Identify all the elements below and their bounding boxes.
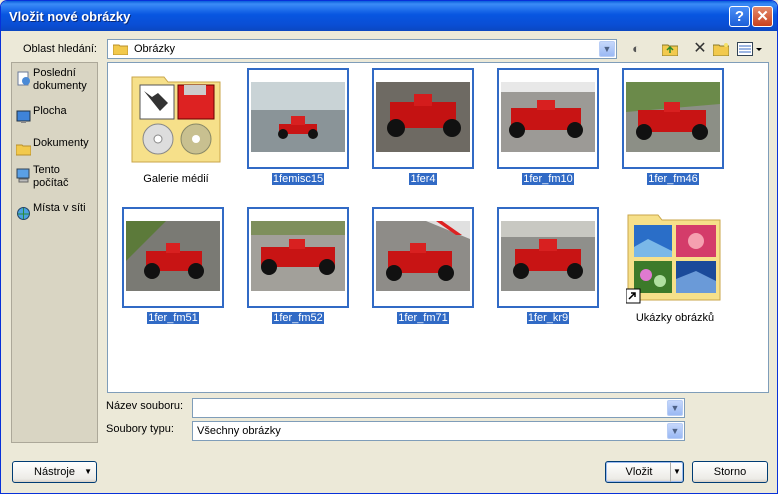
- tools-label: Nástroje: [34, 466, 75, 478]
- file-name: 1fer_fm10: [522, 173, 574, 185]
- chevron-down-icon: ▼: [84, 467, 92, 476]
- file-name: 1fer_kr9: [526, 312, 570, 324]
- lookin-value: Obrázky: [134, 43, 175, 55]
- file-name: 1fer4: [409, 173, 437, 185]
- lookin-label: Oblast hledání:: [23, 43, 97, 55]
- file-name: 1fer_fm52: [272, 312, 324, 324]
- image-thumbnail: [372, 207, 474, 308]
- image-thumbnail: [247, 68, 349, 169]
- views-menu-icon[interactable]: [736, 39, 764, 59]
- filename-field[interactable]: ▼: [192, 398, 685, 418]
- file-name: Ukázky obrázků: [635, 312, 715, 324]
- insert-pictures-dialog: Vložit nové obrázky ? ✕ Oblast hledání: …: [0, 0, 778, 494]
- chevron-down-icon[interactable]: ▼: [667, 423, 683, 439]
- file-name: 1fer_fm51: [147, 312, 199, 324]
- window-title: Vložit nové obrázky: [9, 9, 131, 24]
- up-folder-icon[interactable]: [661, 39, 679, 59]
- documents-folder-icon: [16, 144, 31, 156]
- place-label: Plocha: [33, 105, 67, 117]
- insert-label: Vložit: [625, 466, 653, 478]
- cancel-label: Storno: [713, 466, 747, 478]
- new-folder-icon[interactable]: [712, 39, 730, 59]
- image-thumbnail: [497, 68, 599, 169]
- image-thumbnail: [372, 68, 474, 169]
- computer-icon: [16, 168, 30, 183]
- place-network[interactable]: Místa v síti: [12, 202, 97, 236]
- folder-icon: [113, 44, 128, 55]
- place-label: Poslední dokumenty: [33, 67, 87, 92]
- sample-pictures-folder-icon: [624, 207, 726, 308]
- help-button[interactable]: ?: [729, 6, 750, 27]
- filetype-label: Soubory typu:: [106, 423, 174, 435]
- chevron-down-icon[interactable]: ▼: [599, 41, 615, 57]
- place-my-computer[interactable]: Tento počítač: [12, 164, 97, 198]
- place-desktop[interactable]: Plocha: [12, 105, 97, 139]
- image-thumbnail: [247, 207, 349, 308]
- place-recent-documents[interactable]: Poslední dokumenty: [12, 67, 97, 101]
- filetype-value: Všechny obrázky: [197, 425, 281, 437]
- filetype-dropdown[interactable]: Všechny obrázky ▼: [192, 421, 685, 441]
- image-thumbnail: [622, 68, 724, 169]
- file-name: 1fer_fm46: [647, 173, 699, 185]
- media-gallery-folder-icon: [125, 68, 227, 169]
- filename-label: Název souboru:: [106, 400, 184, 412]
- place-label: Dokumenty: [33, 137, 89, 149]
- back-icon[interactable]: ◐: [627, 39, 645, 59]
- lookin-dropdown[interactable]: Obrázky ▼: [107, 39, 617, 59]
- file-name: 1fer_fm71: [397, 312, 449, 324]
- place-label: Místa v síti: [33, 202, 86, 214]
- title-bar[interactable]: Vložit nové obrázky ? ✕: [1, 1, 777, 31]
- close-button[interactable]: ✕: [752, 6, 773, 27]
- network-places-icon: [17, 207, 30, 220]
- chevron-down-icon[interactable]: ▼: [670, 462, 683, 482]
- image-thumbnail: [497, 207, 599, 308]
- chevron-down-icon[interactable]: ▼: [667, 400, 683, 416]
- tools-button[interactable]: Nástroje ▼: [12, 461, 97, 483]
- file-name: 1femisc15: [271, 173, 325, 185]
- places-bar: Poslední dokumenty Plocha Dokumenty Tent…: [11, 62, 98, 443]
- recent-documents-icon: [17, 71, 30, 86]
- cancel-button[interactable]: Storno: [692, 461, 768, 483]
- delete-icon[interactable]: ✕: [691, 39, 709, 59]
- file-name: Galerie médií: [143, 173, 209, 185]
- insert-button[interactable]: Vložit ▼: [605, 461, 684, 483]
- file-list-view[interactable]: Galerie médií 1femisc15 1fer4 1fer_fm10: [107, 62, 769, 393]
- image-thumbnail: [122, 207, 224, 308]
- desktop-icon: [16, 110, 31, 123]
- place-label: Tento počítač: [33, 164, 69, 189]
